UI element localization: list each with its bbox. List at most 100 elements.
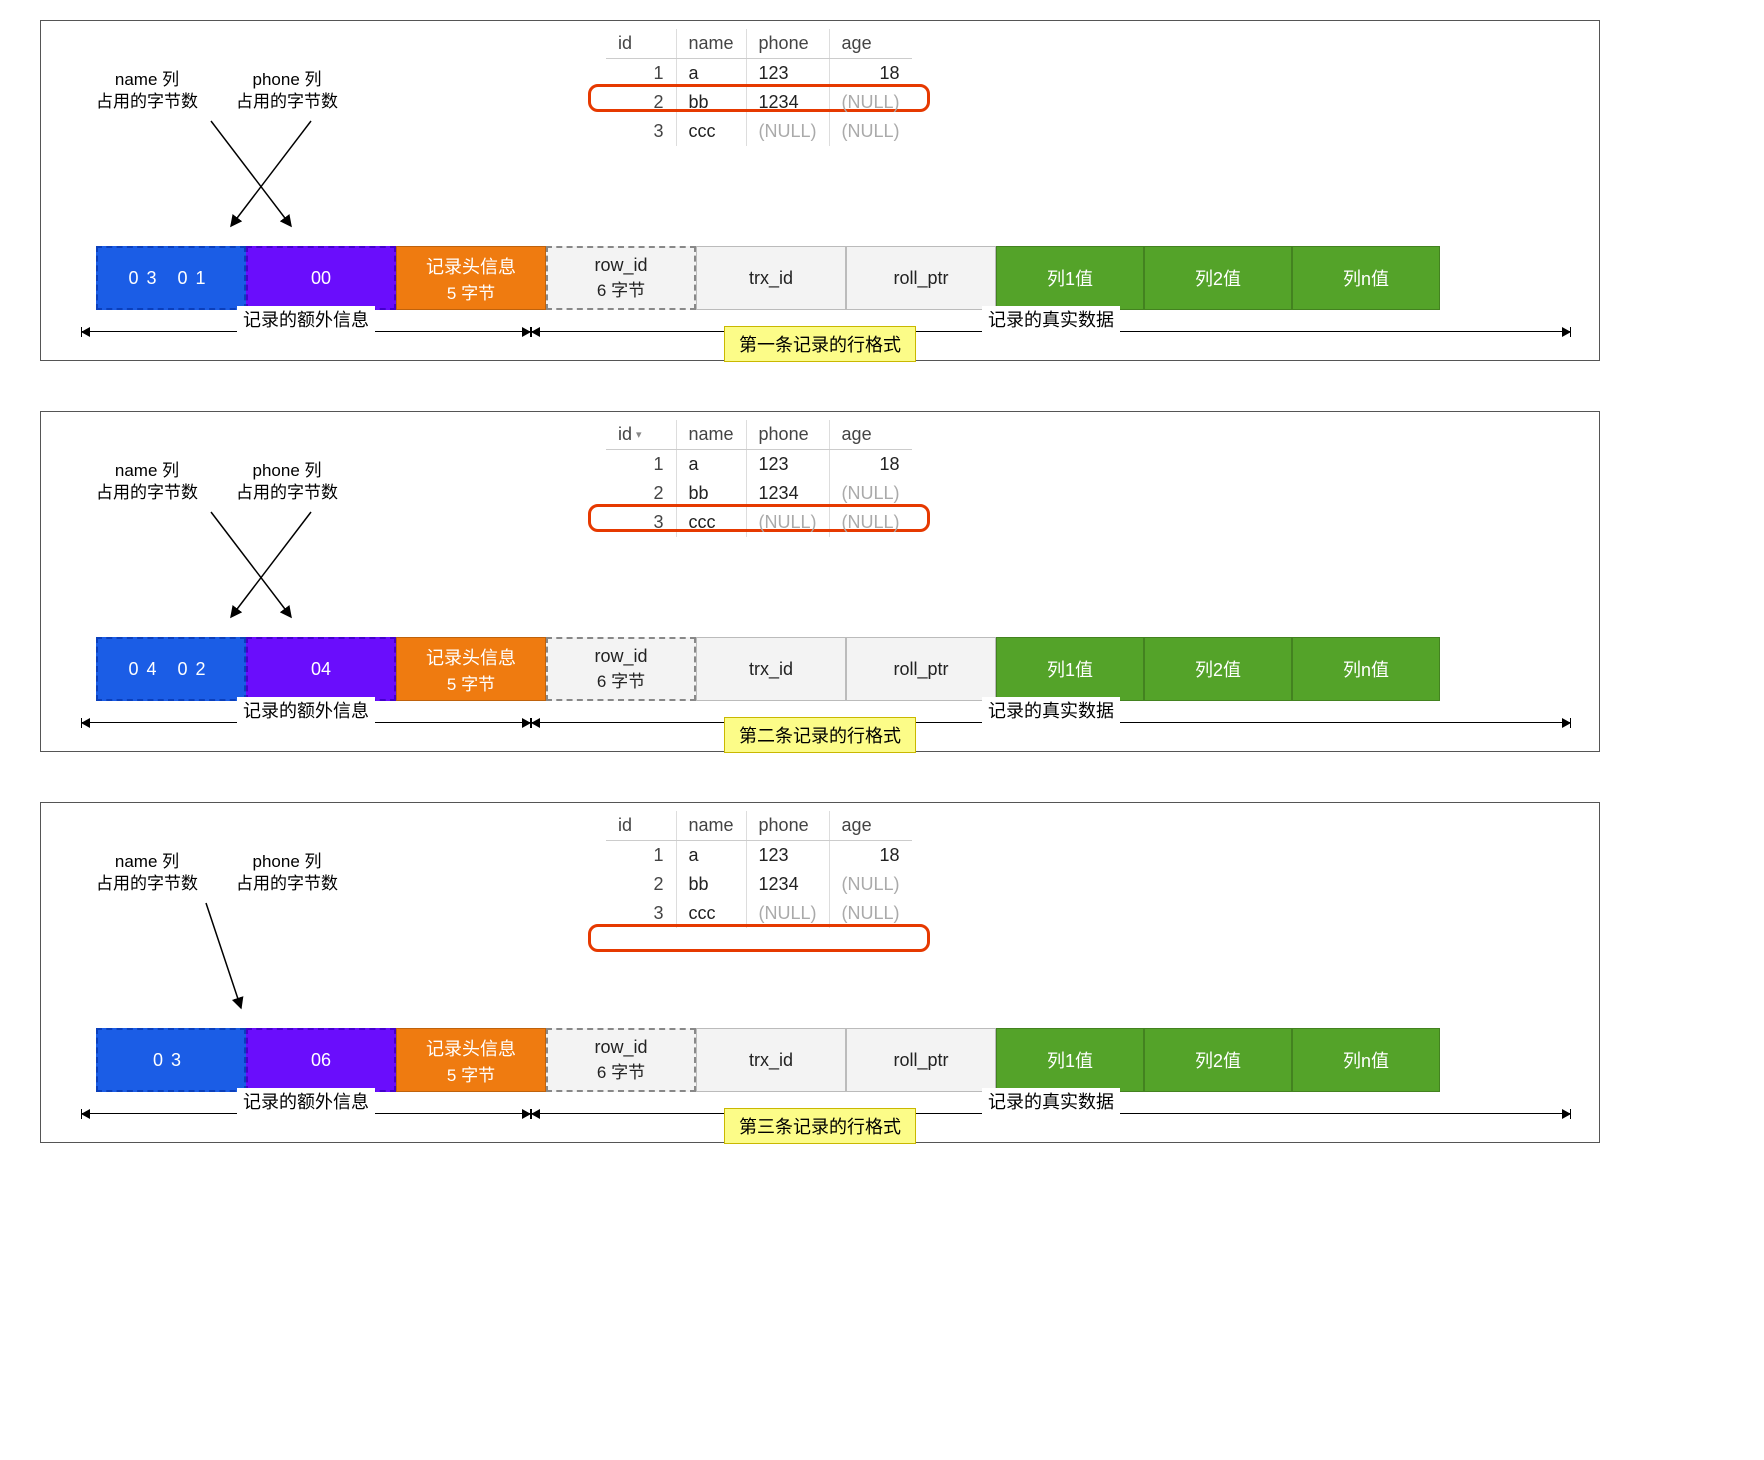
table-row: 1 a 123 18 xyxy=(606,450,912,480)
block-coln: 列n值 xyxy=(1292,637,1440,701)
table-header: phone xyxy=(746,811,829,841)
block-col2: 列2值 xyxy=(1144,246,1292,310)
table-header: name xyxy=(676,420,746,450)
block-rowid: row_id 6 字节 xyxy=(546,1028,696,1092)
block-col1: 列1值 xyxy=(996,1028,1144,1092)
cell-name: bb xyxy=(676,88,746,117)
block-varlen: 03 变长字段长度列表 xyxy=(96,1028,246,1092)
block-rollptr: roll_ptr xyxy=(846,637,996,701)
table-header: phone xyxy=(746,29,829,59)
cell-phone: (NULL) xyxy=(746,117,829,146)
header-title: 记录头信息 xyxy=(426,253,516,279)
rowid-title: row_id xyxy=(594,646,647,667)
cell-id: 1 xyxy=(606,59,676,89)
data-table: id▾namephoneage 1 a 123 18 2 bb 1234 (NU… xyxy=(606,420,912,537)
block-null-list: 00 xyxy=(246,246,396,310)
panel-caption: 第一条记录的行格式 xyxy=(724,326,916,362)
cell-name: bb xyxy=(676,479,746,508)
block-coln: 列n值 xyxy=(1292,246,1440,310)
block-trxid: trx_id xyxy=(696,637,846,701)
label-extra-info: 记录的额外信息 xyxy=(237,1088,375,1114)
cell-id: 3 xyxy=(606,508,676,537)
anno-name-col: name 列占用的字节数 xyxy=(96,460,198,504)
record-row: 03 01 变长字段长度列表 00 记录头信息 5 字节 row_id 6 字节… xyxy=(96,246,1584,310)
block-null-list: 06 xyxy=(246,1028,396,1092)
table-row: 2 bb 1234 (NULL) xyxy=(606,479,912,508)
cell-id: 1 xyxy=(606,841,676,871)
cell-id: 2 xyxy=(606,479,676,508)
record-panel: idnamephoneage 1 a 123 18 2 bb 1234 (NUL… xyxy=(40,20,1600,361)
anno-name-col: name 列占用的字节数 xyxy=(96,69,198,113)
header-sub: 5 字节 xyxy=(447,670,495,695)
block-col1: 列1值 xyxy=(996,637,1144,701)
cell-id: 3 xyxy=(606,117,676,146)
table-row: 3 ccc (NULL) (NULL) xyxy=(606,117,912,146)
cell-name: a xyxy=(676,59,746,89)
varlen-values: 03 xyxy=(153,1050,189,1071)
block-rowid: row_id 6 字节 xyxy=(546,246,696,310)
null-list-value: 06 xyxy=(311,1050,331,1071)
panel-caption: 第三条记录的行格式 xyxy=(724,1108,916,1144)
table-header: phone xyxy=(746,420,829,450)
cell-phone: (NULL) xyxy=(746,508,829,537)
cell-phone: 1234 xyxy=(746,870,829,899)
table-header: age xyxy=(829,29,912,59)
bracket-real-data: 记录的真实数据 xyxy=(531,331,1571,332)
table-row: 2 bb 1234 (NULL) xyxy=(606,88,912,117)
bracket-extra-info: 记录的额外信息 xyxy=(81,331,531,332)
label-varlen-list: 变长字段长度列表 xyxy=(98,316,234,341)
block-rowid: row_id 6 字节 xyxy=(546,637,696,701)
cell-age: 18 xyxy=(829,841,912,871)
block-header: 记录头信息 5 字节 xyxy=(396,1028,546,1092)
cell-id: 2 xyxy=(606,870,676,899)
block-col2: 列2值 xyxy=(1144,637,1292,701)
data-table: idnamephoneage 1 a 123 18 2 bb 1234 (NUL… xyxy=(606,29,912,146)
rowid-sub: 6 字节 xyxy=(597,276,645,301)
rowid-sub: 6 字节 xyxy=(597,667,645,692)
anno-phone-col: phone 列占用的字节数 xyxy=(236,69,338,113)
block-trxid: trx_id xyxy=(696,1028,846,1092)
null-list-value: 00 xyxy=(311,268,331,289)
cell-name: ccc xyxy=(676,899,746,928)
sort-caret-icon: ▾ xyxy=(636,429,642,441)
cell-age: 18 xyxy=(829,450,912,480)
anno-name-col: name 列占用的字节数 xyxy=(96,851,198,895)
record-panel: id▾namephoneage 1 a 123 18 2 bb 1234 (NU… xyxy=(40,411,1600,752)
block-coln: 列n值 xyxy=(1292,1028,1440,1092)
cell-name: ccc xyxy=(676,117,746,146)
label-real-data: 记录的真实数据 xyxy=(982,1088,1120,1114)
cell-age: (NULL) xyxy=(829,88,912,117)
cell-age: (NULL) xyxy=(829,508,912,537)
record-row: 03 变长字段长度列表 06 记录头信息 5 字节 row_id 6 字节 tr… xyxy=(96,1028,1584,1092)
table-row: 2 bb 1234 (NULL) xyxy=(606,870,912,899)
table-row: 1 a 123 18 xyxy=(606,841,912,871)
table-header: id xyxy=(606,29,676,59)
cell-id: 3 xyxy=(606,899,676,928)
label-real-data: 记录的真实数据 xyxy=(982,697,1120,723)
block-rollptr: roll_ptr xyxy=(846,1028,996,1092)
table-row: 3 ccc (NULL) (NULL) xyxy=(606,899,912,928)
cell-phone: 123 xyxy=(746,59,829,89)
block-header: 记录头信息 5 字节 xyxy=(396,246,546,310)
header-title: 记录头信息 xyxy=(426,644,516,670)
table-row: 1 a 123 18 xyxy=(606,59,912,89)
bracket-extra-info: 记录的额外信息 xyxy=(81,722,531,723)
data-table: idnamephoneage 1 a 123 18 2 bb 1234 (NUL… xyxy=(606,811,912,928)
label-varlen-list: 变长字段长度列表 xyxy=(98,707,234,732)
header-sub: 5 字节 xyxy=(447,1061,495,1086)
row-highlight xyxy=(588,924,930,952)
cell-age: (NULL) xyxy=(829,870,912,899)
anno-phone-col: phone 列占用的字节数 xyxy=(236,460,338,504)
record-panel: idnamephoneage 1 a 123 18 2 bb 1234 (NUL… xyxy=(40,802,1600,1143)
cell-phone: (NULL) xyxy=(746,899,829,928)
block-col2: 列2值 xyxy=(1144,1028,1292,1092)
cell-phone: 1234 xyxy=(746,479,829,508)
header-sub: 5 字节 xyxy=(447,279,495,304)
record-row: 04 02 变长字段长度列表 04 记录头信息 5 字节 row_id 6 字节… xyxy=(96,637,1584,701)
cell-name: ccc xyxy=(676,508,746,537)
bracket-real-data: 记录的真实数据 xyxy=(531,1113,1571,1114)
anno-phone-col: phone 列占用的字节数 xyxy=(236,851,338,895)
rowid-sub: 6 字节 xyxy=(597,1058,645,1083)
null-list-value: 04 xyxy=(311,659,331,680)
rowid-title: row_id xyxy=(594,255,647,276)
